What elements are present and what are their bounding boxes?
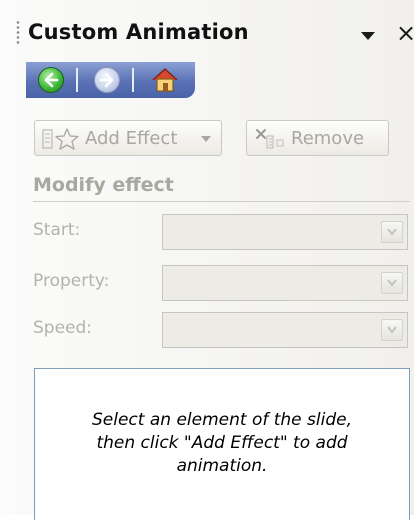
add-effect-label: Add Effect xyxy=(85,128,178,149)
empty-list-hint: Select an element of the slide, then cli… xyxy=(55,409,389,478)
animation-effect-list[interactable]: Select an element of the slide, then cli… xyxy=(34,368,410,520)
hint-line: animation. xyxy=(176,456,268,476)
pane-menu-dropdown-icon[interactable] xyxy=(361,32,375,40)
custom-animation-pane: Custom Animation × Add Effect Remove Mod… xyxy=(0,0,414,520)
back-arrow-icon[interactable] xyxy=(38,67,64,93)
task-pane-title-bar: Custom Animation × xyxy=(16,14,414,52)
close-icon[interactable]: × xyxy=(396,20,414,46)
task-pane-title: Custom Animation xyxy=(28,20,249,44)
remove-effect-icon xyxy=(253,126,287,156)
add-effect-star-icon xyxy=(41,126,81,156)
nav-separator xyxy=(132,68,134,92)
start-select[interactable] xyxy=(162,214,408,250)
speed-label: Speed: xyxy=(33,318,93,338)
forward-arrow-icon[interactable] xyxy=(94,67,120,93)
modify-effect-heading: Modify effect xyxy=(33,174,174,196)
remove-button[interactable]: Remove xyxy=(246,120,389,156)
property-select[interactable] xyxy=(162,265,408,301)
hint-line: Select an element of the slide, xyxy=(92,410,352,430)
chevron-down-icon xyxy=(201,136,211,142)
add-effect-button[interactable]: Add Effect xyxy=(34,120,222,156)
task-pane-navigation-bar xyxy=(26,62,195,98)
section-divider xyxy=(33,201,410,202)
remove-label: Remove xyxy=(291,128,365,149)
chevron-down-icon xyxy=(381,272,403,294)
property-label: Property: xyxy=(33,271,110,291)
chevron-down-icon xyxy=(381,221,403,243)
start-label: Start: xyxy=(33,220,81,240)
chevron-down-icon xyxy=(381,319,403,341)
nav-separator xyxy=(76,68,78,92)
home-icon[interactable] xyxy=(150,65,180,95)
hint-line: then click "Add Effect" to add xyxy=(96,433,348,453)
drag-grip-icon[interactable] xyxy=(16,20,20,46)
speed-select[interactable] xyxy=(162,312,408,348)
